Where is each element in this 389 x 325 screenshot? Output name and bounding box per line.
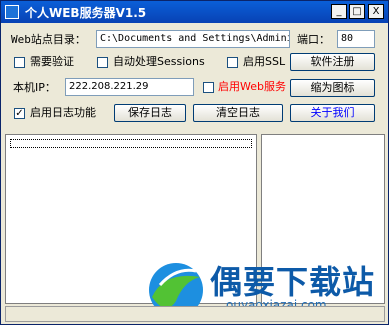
- list-item[interactable]: [10, 139, 252, 148]
- status-bar: [5, 306, 385, 322]
- app-icon: [5, 5, 19, 19]
- auth-label: 需要验证: [30, 55, 74, 68]
- log-checkbox[interactable]: ✓: [14, 108, 25, 119]
- port-input[interactable]: 80: [337, 30, 375, 48]
- about-button[interactable]: 关于我们: [290, 104, 375, 122]
- app-window: 个人WEB服务器V1.5 _ □ X Web站点目录： C:\Documents…: [0, 0, 389, 325]
- minimize-button[interactable]: _: [331, 4, 347, 19]
- ssl-checkbox[interactable]: [227, 57, 238, 68]
- clear-log-button[interactable]: 清空日志: [193, 104, 283, 122]
- close-button[interactable]: X: [368, 4, 384, 19]
- web-dir-label: Web站点目录：: [11, 33, 86, 46]
- port-label: 端口：: [297, 33, 330, 46]
- sessions-checkbox[interactable]: [97, 57, 108, 68]
- title-bar[interactable]: 个人WEB服务器V1.5 _ □ X: [1, 1, 388, 23]
- main-content: Web站点目录： C:\Documents and Settings\Admin…: [1, 23, 388, 324]
- maximize-button[interactable]: □: [349, 4, 365, 19]
- ssl-label: 启用SSL: [243, 55, 286, 68]
- web-service-checkbox[interactable]: [203, 82, 214, 93]
- ip-input[interactable]: 222.208.221.29: [65, 78, 194, 96]
- register-button[interactable]: 软件注册: [290, 53, 375, 71]
- web-service-label: 启用Web服务: [218, 80, 286, 93]
- ip-label: 本机IP：: [13, 81, 56, 94]
- auth-checkbox[interactable]: [14, 57, 25, 68]
- web-dir-input[interactable]: C:\Documents and Settings\Admini: [96, 30, 290, 48]
- window-title: 个人WEB服务器V1.5: [25, 6, 147, 20]
- save-log-button[interactable]: 保存日志: [114, 104, 186, 122]
- sessions-label: 自动处理Sessions: [113, 55, 205, 68]
- log-label: 启用日志功能: [30, 106, 96, 119]
- minimize-to-icon-button[interactable]: 缩为图标: [290, 79, 375, 97]
- watermark-text: 偶要下载站: [210, 263, 376, 301]
